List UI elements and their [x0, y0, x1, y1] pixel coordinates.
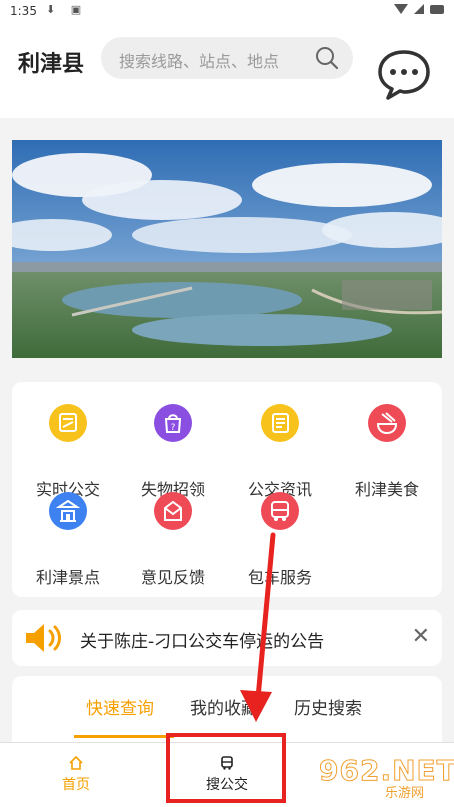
signal-icon: [414, 4, 424, 14]
feature-feedback[interactable]: 意见反馈: [123, 492, 223, 587]
search-icon: [316, 47, 339, 70]
feature-lost-found[interactable]: ? 失物招领: [123, 404, 223, 499]
notice-bar[interactable]: 关于陈庄-刁口公交车停运的公告 ✕: [12, 610, 442, 666]
system-icons: [394, 4, 444, 14]
search-placeholder: 搜索线路、站点、地点: [119, 52, 280, 71]
feature-charter-bus[interactable]: 包车服务: [230, 492, 330, 587]
watermark-logo: 962.NET 乐游网: [315, 754, 454, 802]
bus-news-icon: [261, 404, 299, 442]
nav-home[interactable]: 首页: [26, 749, 126, 794]
highlight-box: [166, 733, 286, 803]
feature-food[interactable]: 利津美食: [337, 404, 437, 499]
message-icon[interactable]: [376, 48, 432, 100]
feature-realtime-bus[interactable]: 实时公交: [18, 404, 118, 499]
home-icon: [69, 755, 83, 770]
food-icon: [368, 404, 406, 442]
tab-favorites[interactable]: 我的收藏: [190, 694, 258, 719]
tab-history[interactable]: 历史搜索: [294, 694, 362, 719]
feature-label: 利津美食: [354, 480, 419, 499]
feature-label: 利津景点: [35, 568, 100, 587]
notification-icons: ⬇ ▣: [46, 3, 88, 16]
battery-icon: [430, 4, 444, 14]
charter-bus-icon: [261, 492, 299, 530]
feature-bus-news[interactable]: 公交资讯: [230, 404, 330, 499]
feature-label: 包车服务: [247, 568, 312, 587]
feedback-icon: [154, 492, 192, 530]
banner-image[interactable]: [12, 140, 442, 358]
feature-grid: 实时公交 ? 失物招领 公交资讯 利津美食 利津景点 意见反馈 包车服务: [12, 382, 442, 597]
lost-found-icon: ?: [154, 404, 192, 442]
search-input[interactable]: 搜索线路、站点、地点: [101, 37, 353, 79]
active-tab-indicator: [74, 735, 174, 738]
notice-text: 关于陈庄-刁口公交车停运的公告: [80, 632, 325, 652]
landscape-photo: [12, 140, 442, 358]
realtime-bus-icon: [49, 404, 87, 442]
speaker-icon: [26, 624, 61, 652]
tab-quick-query[interactable]: 快速查询: [86, 694, 154, 719]
wifi-icon: [394, 4, 408, 14]
close-icon[interactable]: ✕: [412, 624, 430, 649]
feature-label: 意见反馈: [140, 568, 205, 587]
scenic-spot-icon: [49, 492, 87, 530]
status-time: 1:35: [10, 4, 37, 18]
nav-home-label: 首页: [62, 777, 90, 793]
header: 利津县 搜索线路、站点、地点: [0, 22, 454, 118]
city-selector[interactable]: 利津县: [18, 46, 84, 78]
svg-text:?: ?: [171, 423, 176, 433]
status-bar: 1:35 ⬇ ▣: [0, 0, 454, 22]
watermark-site: 乐游网: [385, 786, 425, 801]
feature-scenic-spot[interactable]: 利津景点: [18, 492, 118, 587]
